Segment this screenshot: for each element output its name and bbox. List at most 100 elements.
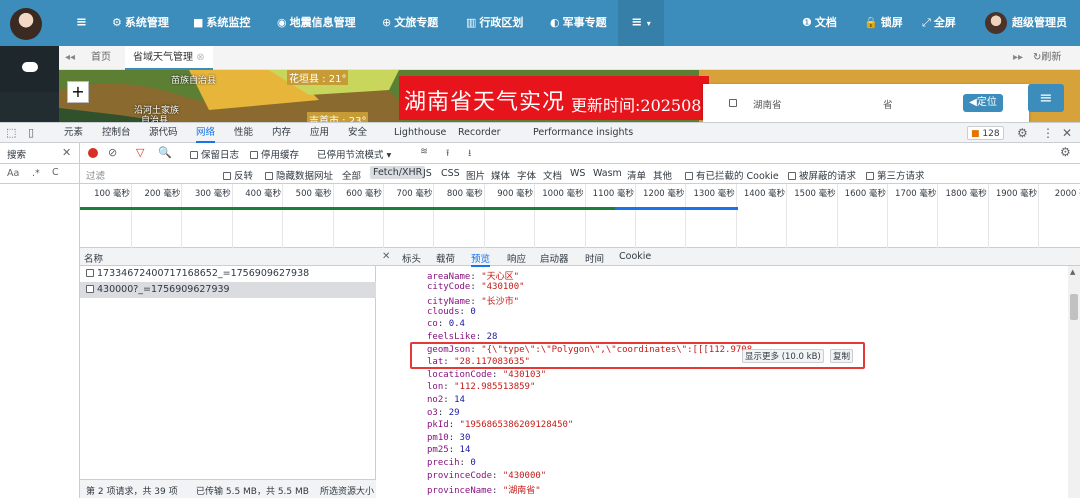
nav-lock-screen[interactable]: 🔒 锁屏	[864, 0, 903, 46]
preview-property[interactable]: lon: "112.985513859"	[427, 382, 535, 392]
globe-icon: ⊕	[382, 16, 392, 29]
banner-update-time: 更新时间:202508	[571, 96, 702, 115]
nav-docs[interactable]: ❶ 文档	[802, 0, 837, 46]
show-more-button[interactable]: 显示更多 (10.0 kB)	[742, 349, 824, 363]
property-value: "430000"	[502, 470, 547, 481]
property-separator: :	[459, 458, 471, 468]
scroll-up-icon[interactable]: ▲	[1070, 268, 1075, 276]
map-label: 吉首市 : 23°	[307, 112, 369, 122]
copy-button[interactable]: 复制	[830, 349, 854, 363]
nav-item-label: 系统管理	[124, 16, 169, 29]
logo-avatar	[10, 8, 42, 40]
property-separator: :	[492, 369, 503, 380]
property-key: provinceName	[427, 486, 493, 497]
gear-icon: ⚙	[112, 16, 122, 29]
property-separator: :	[470, 272, 482, 282]
nav-item-culture-tourism[interactable]: ⊕ 文旅专题	[382, 0, 438, 46]
user-name[interactable]: 超级管理员	[1012, 0, 1067, 46]
preview-property[interactable]: pm25: 14	[427, 445, 470, 455]
property-value: 29	[448, 407, 460, 418]
user-avatar[interactable]	[985, 12, 1007, 34]
weather-banner: 湖南省天气实况 更新时间:202508	[399, 76, 709, 120]
property-separator: :	[448, 445, 460, 456]
property-key: no2	[427, 395, 444, 405]
preview-property[interactable]: no2: 14	[427, 395, 465, 405]
preview-property[interactable]: precih: 0	[427, 458, 476, 468]
nav-item-military[interactable]: ◐ 军事专题	[550, 0, 607, 46]
nav-fullscreen[interactable]: ⤢ 全屏	[922, 0, 956, 46]
map-label: 苗族自治县	[171, 76, 217, 86]
fullscreen-icon: ⤢	[922, 16, 931, 29]
scrollbar-thumb[interactable]	[1070, 294, 1078, 320]
refresh-button[interactable]: ↻刷新	[1033, 46, 1061, 70]
nav-item-system-manage[interactable]: ⚙ 系统管理	[112, 0, 169, 46]
preview-property[interactable]: pm10: 30	[427, 433, 470, 443]
sidebar-item-weather[interactable]	[0, 46, 59, 92]
preview-property[interactable]: cityCode: "430100"	[427, 282, 525, 292]
property-key: lon	[427, 382, 444, 393]
tab-home[interactable]: 首页	[81, 46, 121, 70]
preview-property[interactable]: provinceCode: "430000"	[427, 471, 546, 481]
locate-button[interactable]: ◀定位	[963, 94, 1003, 112]
banner-title: 湖南省天气实况	[404, 90, 566, 115]
property-key: areaName	[427, 272, 471, 282]
property-value: "430103"	[502, 369, 547, 380]
monitor-icon: ■	[193, 16, 204, 29]
tab-weather-label: 省域天气管理	[133, 52, 193, 63]
property-key: locationCode	[427, 369, 493, 380]
preview-property[interactable]: feelsLike: 28	[427, 332, 497, 342]
preview-property[interactable]: co: 0.4	[427, 319, 465, 329]
preview-property[interactable]: locationCode: "430103"	[427, 370, 546, 380]
property-separator: :	[470, 281, 482, 292]
cloud-icon	[22, 62, 38, 72]
locate-label: 定位	[976, 97, 997, 108]
preview-property[interactable]: provinceName: "湖南省"	[427, 483, 541, 496]
province-select[interactable]: 省	[883, 97, 893, 111]
property-separator: :	[492, 486, 503, 497]
nav-lock-label: 锁屏	[880, 16, 903, 29]
property-value: "1956865386209128450"	[459, 420, 574, 431]
more-menu-icon: ≡	[631, 15, 643, 30]
locate-icon: ◀	[969, 97, 977, 108]
property-value: 14	[459, 445, 471, 456]
property-separator: :	[443, 395, 455, 405]
nav-docs-label: 文档	[814, 16, 837, 29]
tab-close-icon[interactable]: ⊗	[196, 52, 204, 63]
nav-more-menu[interactable]: ≡ ▾	[618, 0, 664, 46]
preview-property[interactable]: o3: 29	[427, 408, 460, 418]
property-key: feelsLike	[427, 332, 476, 342]
menu-toggle-icon[interactable]: ≡	[76, 0, 87, 46]
preview-property[interactable]: areaName: "天心区"	[427, 269, 519, 282]
tab-weather[interactable]: 省域天气管理 ⊗	[125, 46, 213, 70]
tabs-prev-icon[interactable]: ◂◂	[63, 46, 77, 70]
map-label: 自治县	[141, 116, 169, 122]
property-value: 0	[470, 306, 476, 317]
preview-tree: areaName: "天心区" cityCode: "430100" cityNam…	[0, 123, 1080, 498]
nav-item-admin-division[interactable]: ▥ 行政区划	[466, 0, 523, 46]
lock-icon: 🔒	[864, 16, 878, 29]
map-menu-button[interactable]: ≡	[1028, 84, 1064, 112]
nav-item-label: 地震信息管理	[289, 16, 356, 29]
nav-item-label: 文旅专题	[394, 16, 439, 29]
property-key: clouds	[427, 306, 460, 317]
property-separator: :	[475, 332, 487, 342]
province-checkbox[interactable]	[729, 99, 737, 107]
property-value: "430100"	[481, 281, 525, 292]
nav-item-earthquake[interactable]: ◉ 地震信息管理	[277, 0, 356, 46]
property-value: "湖南省"	[502, 486, 541, 497]
property-value: 0	[470, 458, 476, 468]
preview-property[interactable]: cityName: "长沙市"	[427, 294, 519, 307]
property-separator: :	[459, 306, 471, 317]
preview-scrollbar[interactable]: ▲	[1068, 266, 1080, 498]
page-tabs-bar: ◂◂ 首页 省域天气管理 ⊗ ▸▸ ↻刷新	[59, 46, 1080, 70]
property-key: pkId	[427, 420, 449, 431]
nav-item-system-monitor[interactable]: ■ 系统监控	[193, 0, 250, 46]
preview-property[interactable]: clouds: 0	[427, 307, 476, 317]
zoom-in-button[interactable]: +	[67, 81, 89, 103]
property-separator: :	[470, 297, 482, 308]
top-navbar: ≡ ⚙ 系统管理 ■ 系统监控 ◉ 地震信息管理 ⊕ 文旅专题 ▥ 行政区划 ◐ 军事专题 …	[0, 0, 1080, 46]
preview-property[interactable]: pkId: "1956865386209128450"	[427, 420, 573, 430]
property-key: pm25	[427, 445, 449, 456]
tabs-next-icon[interactable]: ▸▸	[1013, 46, 1027, 70]
property-separator: :	[492, 470, 503, 481]
